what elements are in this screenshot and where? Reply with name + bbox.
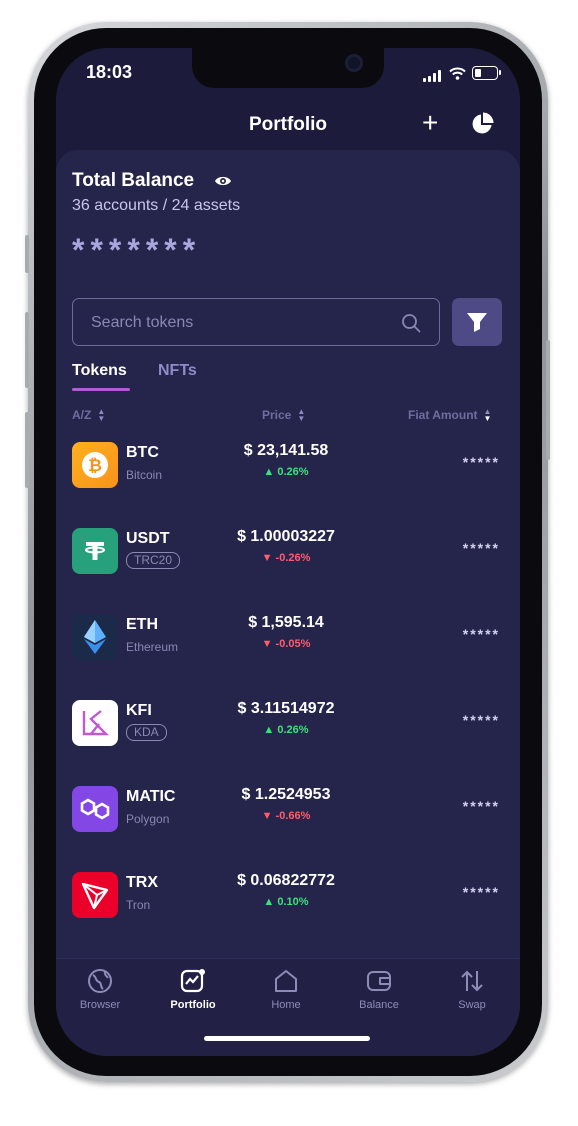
token-change: ▼ -0.26% <box>261 552 311 564</box>
search-icon[interactable] <box>401 313 421 333</box>
kfi-logo-icon <box>72 700 118 746</box>
token-symbol: TRX <box>126 874 158 891</box>
camera-icon <box>345 54 363 72</box>
volume-down-button <box>25 412 29 488</box>
nav-portfolio[interactable]: Portfolio <box>153 967 233 1011</box>
token-price: $ 1.2524953 <box>241 786 331 803</box>
token-symbol: MATIC <box>126 788 176 805</box>
bitcoin-logo-icon: ₿ <box>72 442 118 488</box>
ethereum-logo-icon <box>72 614 118 660</box>
token-price: $ 3.11514972 <box>237 700 335 717</box>
wifi-icon <box>449 67 466 80</box>
token-row-trx[interactable]: TRX Tron $ 0.06822772 ▲ 0.10% ***** <box>56 872 520 958</box>
token-row-kfi[interactable]: KFI KDA $ 3.11514972 ▲ 0.26% ***** <box>56 700 520 786</box>
nav-label: Swap <box>458 999 486 1011</box>
fiat-column-label: Fiat Amount <box>408 408 478 422</box>
token-symbol: KFI <box>126 702 152 719</box>
wallet-icon <box>367 971 391 991</box>
eye-icon[interactable] <box>214 172 232 190</box>
token-fiat-amount: ***** <box>462 454 500 470</box>
nav-label: Portfolio <box>170 999 216 1011</box>
token-symbol: ETH <box>126 616 158 633</box>
page-title: Portfolio <box>248 114 328 135</box>
token-fiat-amount: ***** <box>462 540 500 556</box>
mute-switch <box>25 235 29 273</box>
svg-text:₿: ₿ <box>88 456 102 476</box>
token-name: Bitcoin <box>126 468 163 482</box>
token-name: Ethereum <box>126 640 179 654</box>
power-button <box>546 340 550 460</box>
total-balance-label: Total Balance <box>72 170 195 191</box>
sort-arrows-icon: ▲ ▼ <box>483 407 492 423</box>
token-price: $ 1.00003227 <box>237 528 335 545</box>
sort-by-price[interactable]: Price ▲ ▼ <box>262 407 306 423</box>
globe-icon <box>88 969 112 993</box>
polygon-logo-icon <box>72 786 118 832</box>
token-fiat-amount: ***** <box>462 798 500 814</box>
tron-logo-icon <box>72 872 118 918</box>
filter-button[interactable] <box>452 298 502 346</box>
search-box[interactable] <box>72 298 440 347</box>
token-change: ▲ 0.26% <box>263 466 309 478</box>
nav-label: Home <box>271 999 301 1011</box>
nav-browser[interactable]: Browser <box>60 967 140 1011</box>
bottom-nav-bar: Browser Portfolio Home Balance Swap <box>56 958 520 1056</box>
home-indicator[interactable] <box>204 1036 370 1041</box>
search-input[interactable] <box>89 299 393 347</box>
status-time: 18:03 <box>86 62 133 82</box>
nav-label: Browser <box>79 999 121 1011</box>
tether-logo-icon <box>72 528 118 574</box>
nav-balance[interactable]: Balance <box>339 967 419 1011</box>
home-icon <box>275 970 297 992</box>
sort-arrows-icon: ▲ ▼ <box>97 407 106 423</box>
cellular-signal-icon <box>423 64 443 82</box>
sort-arrows-icon: ▲ ▼ <box>297 407 306 423</box>
token-price: $ 0.06822772 <box>237 872 335 889</box>
pie-chart-icon[interactable] <box>470 112 494 136</box>
token-name: Tron <box>126 898 151 912</box>
filter-icon <box>467 313 487 332</box>
volume-up-button <box>25 312 29 388</box>
notch <box>192 48 384 88</box>
token-row-eth[interactable]: ETH Ethereum $ 1,595.14 ▼ -0.05% ***** <box>56 614 520 700</box>
token-name: Polygon <box>126 812 170 826</box>
portfolio-chart-icon <box>180 969 205 993</box>
token-row-usdt[interactable]: USDT TRC20 $ 1.00003227 ▼ -0.26% ***** <box>56 528 520 614</box>
tab-nfts[interactable]: NFTs <box>158 362 197 380</box>
swap-icon <box>461 970 483 992</box>
name-column-label: A/Z <box>72 408 92 422</box>
token-change: ▼ -0.05% <box>261 638 311 650</box>
nav-home[interactable]: Home <box>246 967 326 1011</box>
tab-tokens[interactable]: Tokens <box>72 362 127 380</box>
token-symbol: BTC <box>126 444 159 461</box>
token-price: $ 1,595.14 <box>248 614 324 631</box>
token-fiat-amount: ***** <box>462 884 500 900</box>
sort-by-name[interactable]: A/Z ▲ ▼ <box>72 407 106 423</box>
token-network-badge: KDA <box>126 724 167 741</box>
token-fiat-amount: ***** <box>462 712 500 728</box>
plus-icon[interactable]: + <box>422 108 438 138</box>
token-price: $ 23,141.58 <box>243 442 329 459</box>
status-icons <box>423 64 501 82</box>
nav-swap[interactable]: Swap <box>432 967 512 1011</box>
battery-icon <box>472 66 501 80</box>
token-change: ▲ 0.10% <box>263 896 309 908</box>
nav-label: Balance <box>359 999 399 1011</box>
token-network-badge: TRC20 <box>126 552 181 569</box>
token-row-btc[interactable]: ₿ BTC Bitcoin $ 23,141.58 ▲ 0.26% ***** <box>56 442 520 528</box>
masked-balance: ******* <box>72 232 202 268</box>
token-symbol: USDT <box>126 530 170 547</box>
token-fiat-amount: ***** <box>462 626 500 642</box>
app-screen: 18:03 Portfolio + Total Balance 36 accou… <box>56 48 520 1056</box>
sort-by-fiat-amount[interactable]: Fiat Amount ▲ ▼ <box>408 407 492 423</box>
accounts-summary: 36 accounts / 24 assets <box>72 197 241 214</box>
token-change: ▲ 0.26% <box>263 724 309 736</box>
active-tab-indicator <box>72 388 130 391</box>
token-row-matic[interactable]: MATIC Polygon $ 1.2524953 ▼ -0.66% ***** <box>56 786 520 872</box>
price-column-label: Price <box>262 408 292 422</box>
token-change: ▼ -0.66% <box>261 810 311 822</box>
